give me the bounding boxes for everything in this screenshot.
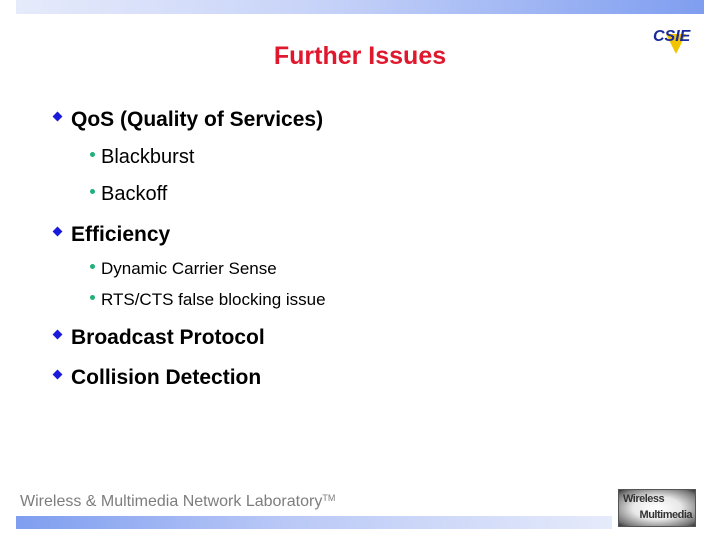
dot-bullet-icon bbox=[90, 189, 95, 194]
slide-title: Further Issues bbox=[273, 42, 447, 70]
bullet-efficiency: Efficiency bbox=[52, 223, 171, 247]
wireless-multimedia-logo: Wireless Multimedia bbox=[618, 489, 696, 527]
sub-bullet-dynamic-carrier-sense: Dynamic Carrier Sense bbox=[90, 259, 277, 279]
top-gradient-bar bbox=[16, 0, 704, 14]
bullet-text: Efficiency bbox=[71, 223, 171, 246]
bullet-text: QoS (Quality of Services) bbox=[71, 108, 324, 131]
bullet-collision-detection: Collision Detection bbox=[52, 366, 262, 390]
sub-bullet-rts-cts: RTS/CTS false blocking issue bbox=[90, 290, 326, 310]
dot-bullet-icon bbox=[90, 264, 95, 269]
bullet-text: Collision Detection bbox=[71, 366, 262, 389]
sub-bullet-text: Blackburst bbox=[101, 146, 195, 168]
footer-lab-name: Wireless & Multimedia Network Laboratory… bbox=[20, 493, 335, 511]
bullet-broadcast-protocol: Broadcast Protocol bbox=[52, 326, 265, 350]
bullet-qos: QoS (Quality of Services) bbox=[52, 108, 324, 132]
logo-line-2: Multimedia bbox=[639, 509, 693, 521]
bottom-gradient-bar bbox=[16, 516, 612, 529]
sub-bullet-text: RTS/CTS false blocking issue bbox=[101, 290, 326, 309]
diamond-bullet-icon bbox=[52, 111, 63, 122]
sub-bullet-text: Dynamic Carrier Sense bbox=[101, 259, 277, 278]
diamond-bullet-icon bbox=[52, 226, 63, 237]
footer-lab-text: Wireless & Multimedia Network Laboratory bbox=[20, 493, 323, 510]
trademark-mark: TM bbox=[322, 493, 336, 503]
sub-bullet-blackburst: Blackburst bbox=[90, 146, 195, 169]
diamond-bullet-icon bbox=[52, 329, 63, 340]
bullet-text: Broadcast Protocol bbox=[71, 326, 265, 349]
diamond-bullet-icon bbox=[52, 369, 63, 380]
logo-line-1: Wireless bbox=[623, 493, 665, 505]
dot-bullet-icon bbox=[90, 152, 95, 157]
sub-bullet-text: Backoff bbox=[101, 183, 168, 205]
dot-bullet-icon bbox=[90, 295, 95, 300]
sub-bullet-backoff: Backoff bbox=[90, 183, 168, 206]
